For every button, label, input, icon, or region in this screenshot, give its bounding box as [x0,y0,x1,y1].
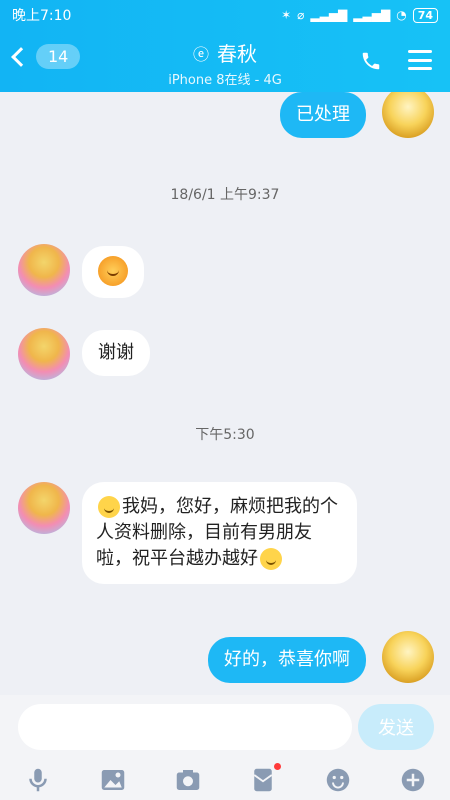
message-bubble[interactable] [82,246,144,298]
chat-header: 14 ⓔ 春秋 iPhone 8在线 - 4G [0,30,450,92]
avatar[interactable] [18,244,70,296]
chat-area[interactable]: 已处理 18/6/1 上午9:37 谢谢 下午5:30 我妈，您好，麻烦把我的个… [0,92,450,695]
timestamp: 下午5:30 [195,427,255,443]
message-bubble[interactable]: 已处理 [280,92,366,138]
grin-emoji-icon [98,496,120,518]
avatar[interactable] [382,631,434,683]
red-packet-icon[interactable] [248,763,281,795]
status-icons: ✶ ⌀ ▂▃▅▇ ▂▃▅▇ ◔ 74 [281,7,438,23]
emoji-icon[interactable] [323,765,353,795]
message-bubble[interactable]: 谢谢 [82,330,150,376]
battery-icon: 74 [412,7,438,23]
silent-icon: ⌀ [297,8,305,22]
chat-toolbar [0,760,450,800]
device-status: iPhone 8在线 - 4G [168,73,282,88]
message-row [0,244,450,300]
ear-icon: ⓔ [192,44,209,64]
avatar[interactable] [18,328,70,380]
chat-title: ⓔ 春秋 [193,38,257,67]
voice-icon[interactable] [23,765,53,795]
bluetooth-icon: ✶ [281,8,292,22]
avatar[interactable] [18,482,70,534]
status-bar: 晚上7:10 ✶ ⌀ ▂▃▅▇ ▂▃▅▇ ◔ 74 [0,0,450,30]
message-input[interactable] [18,704,352,750]
smile-emoji-icon [260,548,282,570]
image-icon[interactable] [98,765,128,795]
timestamp: 18/6/1 上午9:37 [170,187,280,203]
message-row: 已处理 [0,92,450,140]
plus-icon[interactable] [398,765,428,795]
status-time: 晚上7:10 [12,8,72,24]
camera-icon[interactable] [173,765,203,795]
signal-icon: ▂▃▅▇ [310,8,348,22]
menu-icon[interactable] [408,50,432,70]
phone-icon[interactable] [360,50,382,72]
message-text: 我妈，您好，麻烦把我的个人资料删除，目前有男朋友啦，祝平台越办越好 [96,496,338,569]
message-row: 好的，恭喜你啊 [0,631,450,691]
avatar[interactable] [382,92,434,138]
message-bubble[interactable]: 好的，恭喜你啊 [208,637,366,683]
wifi-icon: ◔ [396,8,407,22]
message-bubble[interactable]: 我妈，您好，麻烦把我的个人资料删除，目前有男朋友啦，祝平台越办越好 [82,482,357,584]
sun-emoji-icon [98,256,128,286]
contact-name: 春秋 [217,42,257,66]
message-row: 我妈，您好，麻烦把我的个人资料删除，目前有男朋友啦，祝平台越办越好 [0,482,450,612]
notification-dot [273,763,281,770]
signal-icon-2: ▂▃▅▇ [353,8,391,22]
send-button[interactable]: 发送 [358,704,434,750]
chat-title-block: ⓔ 春秋 iPhone 8在线 - 4G [0,38,450,88]
input-bar: 发送 [0,695,450,760]
message-row: 谢谢 [0,328,450,382]
